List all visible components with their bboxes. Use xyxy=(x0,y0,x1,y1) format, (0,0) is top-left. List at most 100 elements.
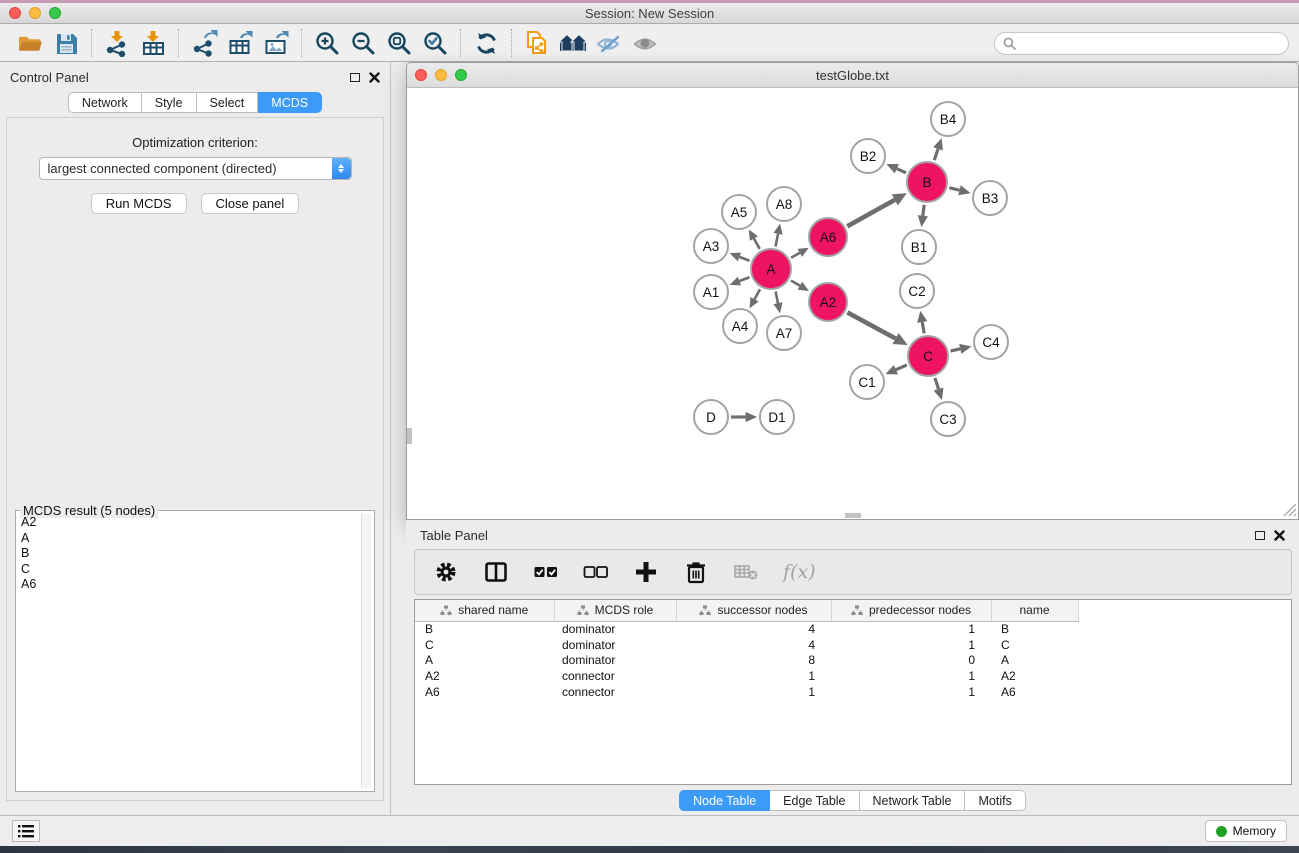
refresh-layout-icon[interactable] xyxy=(468,28,504,58)
delete-table-icon[interactable] xyxy=(733,559,759,585)
optimization-criterion-select[interactable]: largest connected component (directed) xyxy=(39,157,352,180)
cell[interactable]: 4 xyxy=(676,621,831,637)
mcds-result-list[interactable]: A2ABCA6 xyxy=(19,515,360,788)
result-item-C[interactable]: C xyxy=(19,562,360,578)
cell[interactable]: A2 xyxy=(991,668,1078,684)
tab-motifs[interactable]: Motifs xyxy=(965,790,1025,811)
result-item-B[interactable]: B xyxy=(19,546,360,562)
import-network-icon[interactable] xyxy=(99,28,135,58)
add-column-icon[interactable] xyxy=(633,559,659,585)
graph-node-B3[interactable]: B3 xyxy=(973,181,1007,215)
cell[interactable]: B xyxy=(991,621,1078,637)
column-header-shared-name[interactable]: shared name xyxy=(415,600,554,621)
import-table-icon[interactable] xyxy=(135,28,171,58)
table-row-A[interactable]: Adominator80A xyxy=(415,653,1291,669)
zoom-fit-icon[interactable] xyxy=(381,28,417,58)
cell[interactable]: dominator xyxy=(554,653,676,669)
cell[interactable]: connector xyxy=(554,668,676,684)
cell[interactable]: dominator xyxy=(554,621,676,637)
float-panel-icon[interactable] xyxy=(350,73,360,82)
select-all-checkboxes-icon[interactable] xyxy=(533,559,559,585)
cell[interactable]: A6 xyxy=(991,684,1078,700)
search-input[interactable] xyxy=(1021,36,1280,50)
graph-node-C[interactable]: C xyxy=(908,336,948,376)
cell[interactable]: A2 xyxy=(415,668,554,684)
zoom-selected-icon[interactable] xyxy=(417,28,453,58)
tab-select[interactable]: Select xyxy=(197,92,259,113)
cell[interactable]: connector xyxy=(554,684,676,700)
tab-network[interactable]: Network xyxy=(68,92,142,113)
home-view-icon[interactable] xyxy=(555,28,591,58)
result-item-A6[interactable]: A6 xyxy=(19,577,360,593)
cell[interactable]: 1 xyxy=(831,637,991,653)
cell[interactable]: C xyxy=(991,637,1078,653)
graph-node-A7[interactable]: A7 xyxy=(767,316,801,350)
graph-node-A2[interactable]: A2 xyxy=(809,283,847,321)
graph-node-B[interactable]: B xyxy=(907,162,947,202)
tab-edge-table[interactable]: Edge Table xyxy=(770,790,859,811)
tab-mcds[interactable]: MCDS xyxy=(258,92,322,113)
result-item-A[interactable]: A xyxy=(19,531,360,547)
tab-network-table[interactable]: Network Table xyxy=(860,790,966,811)
column-header-predecessor-nodes[interactable]: predecessor nodes xyxy=(831,600,991,621)
run-mcds-button[interactable]: Run MCDS xyxy=(91,193,187,214)
table-row-C[interactable]: Cdominator41C xyxy=(415,637,1291,653)
cell[interactable]: 1 xyxy=(676,684,831,700)
memory-button[interactable]: Memory xyxy=(1205,820,1287,842)
graph-node-A5[interactable]: A5 xyxy=(722,195,756,229)
function-builder-icon[interactable]: f(x) xyxy=(783,561,816,583)
cell[interactable]: 1 xyxy=(831,684,991,700)
show-eye-icon[interactable] xyxy=(627,28,663,58)
table-row-A2[interactable]: A2connector11A2 xyxy=(415,668,1291,684)
table-settings-gear-icon[interactable] xyxy=(433,559,459,585)
cell[interactable]: 0 xyxy=(831,653,991,669)
graph-node-A3[interactable]: A3 xyxy=(694,229,728,263)
graph-node-A[interactable]: A xyxy=(751,249,791,289)
tab-node-table[interactable]: Node Table xyxy=(679,790,770,811)
zoom-out-icon[interactable] xyxy=(345,28,381,58)
clone-network-icon[interactable] xyxy=(519,28,555,58)
open-file-icon[interactable] xyxy=(12,28,48,58)
tab-style[interactable]: Style xyxy=(142,92,197,113)
graph-node-D[interactable]: D xyxy=(694,400,728,434)
close-table-panel-icon[interactable] xyxy=(1274,530,1285,541)
task-history-button[interactable] xyxy=(12,820,40,842)
result-item-A2[interactable]: A2 xyxy=(19,515,360,531)
network-graph[interactable]: B4B2BB3A8A5A6A3B1AC2A1A2A4A7C4CC1DD1C3 xyxy=(407,88,1298,518)
canvas-vertical-scroll-mark[interactable] xyxy=(407,428,412,444)
float-table-panel-icon[interactable] xyxy=(1255,531,1265,540)
table-row-A6[interactable]: A6connector11A6 xyxy=(415,684,1291,700)
export-table-icon[interactable] xyxy=(222,28,258,58)
cell[interactable]: dominator xyxy=(554,637,676,653)
column-header-successor-nodes[interactable]: successor nodes xyxy=(676,600,831,621)
graph-node-D1[interactable]: D1 xyxy=(760,400,794,434)
cell[interactable]: 1 xyxy=(831,621,991,637)
graph-node-B1[interactable]: B1 xyxy=(902,230,936,264)
canvas-horizontal-scroll-mark[interactable] xyxy=(845,513,861,518)
cell[interactable]: A xyxy=(415,653,554,669)
cell[interactable]: 1 xyxy=(831,668,991,684)
graph-node-C3[interactable]: C3 xyxy=(931,402,965,436)
graph-node-C4[interactable]: C4 xyxy=(974,325,1008,359)
cell[interactable]: A xyxy=(991,653,1078,669)
cell[interactable]: 4 xyxy=(676,637,831,653)
deselect-all-checkboxes-icon[interactable] xyxy=(583,559,609,585)
graph-node-B2[interactable]: B2 xyxy=(851,139,885,173)
graph-node-A6[interactable]: A6 xyxy=(809,218,847,256)
result-scrollbar[interactable] xyxy=(361,514,371,788)
graph-node-C2[interactable]: C2 xyxy=(900,274,934,308)
close-panel-button[interactable]: Close panel xyxy=(201,193,300,214)
close-panel-icon[interactable] xyxy=(369,72,380,83)
cell[interactable]: C xyxy=(415,637,554,653)
graph-node-B4[interactable]: B4 xyxy=(931,102,965,136)
cell[interactable]: A6 xyxy=(415,684,554,700)
delete-column-icon[interactable] xyxy=(683,559,709,585)
column-visibility-icon[interactable] xyxy=(483,559,509,585)
column-header-name[interactable]: name xyxy=(991,600,1078,621)
graph-node-A8[interactable]: A8 xyxy=(767,187,801,221)
hide-selected-icon[interactable] xyxy=(591,28,627,58)
export-network-icon[interactable] xyxy=(186,28,222,58)
table-row-B[interactable]: Bdominator41B xyxy=(415,621,1291,637)
zoom-in-icon[interactable] xyxy=(309,28,345,58)
search-field[interactable] xyxy=(994,32,1289,55)
